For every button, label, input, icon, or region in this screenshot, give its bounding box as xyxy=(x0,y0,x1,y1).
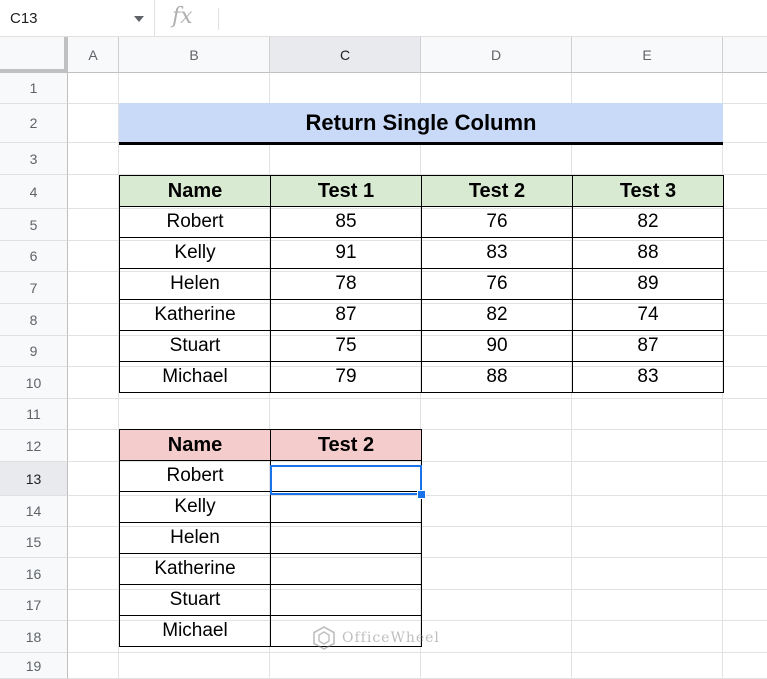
header-cell[interactable]: Test 2 xyxy=(270,429,422,461)
cell[interactable]: 88 xyxy=(421,361,573,393)
row-header-7[interactable]: 7 xyxy=(0,272,68,304)
cell[interactable]: 87 xyxy=(572,330,724,362)
row-header-17[interactable]: 17 xyxy=(0,590,68,621)
cell[interactable]: 82 xyxy=(421,299,573,331)
cell[interactable]: 74 xyxy=(572,299,724,331)
cell[interactable]: 87 xyxy=(270,299,422,331)
active-cell-selection[interactable] xyxy=(270,465,422,495)
table-row: Robert 85 76 82 xyxy=(119,206,724,238)
header-cell[interactable]: Test 2 xyxy=(421,175,573,207)
cell[interactable]: 90 xyxy=(421,330,573,362)
cell[interactable] xyxy=(270,522,422,554)
cell[interactable]: Robert xyxy=(119,206,271,238)
cell[interactable]: Michael xyxy=(119,615,271,647)
cell[interactable]: 83 xyxy=(572,361,724,393)
scores-table: Name Test 1 Test 2 Test 3 Robert 85 76 8… xyxy=(119,175,724,393)
column-header-a[interactable]: A xyxy=(68,37,119,73)
fx-icon: fx xyxy=(172,4,193,29)
cell[interactable]: 83 xyxy=(421,237,573,269)
row-header-2[interactable]: 2 xyxy=(0,104,68,143)
cell[interactable]: 79 xyxy=(270,361,422,393)
table-row: Stuart 75 90 87 xyxy=(119,330,724,362)
cell[interactable]: 89 xyxy=(572,268,724,300)
grid-line xyxy=(68,398,767,399)
table-row: Katherine xyxy=(119,553,422,585)
cell[interactable]: Kelly xyxy=(119,491,271,523)
header-cell[interactable]: Test 3 xyxy=(572,175,724,207)
header-cell[interactable]: Name xyxy=(119,429,271,461)
cell[interactable]: Kelly xyxy=(119,237,271,269)
row-header-10[interactable]: 10 xyxy=(0,367,68,399)
row-header-16[interactable]: 16 xyxy=(0,558,68,590)
table-header-row: Name Test 1 Test 2 Test 3 xyxy=(119,175,724,207)
cell[interactable]: 76 xyxy=(421,206,573,238)
row-header-12[interactable]: 12 xyxy=(0,430,68,462)
chevron-down-icon[interactable] xyxy=(134,15,144,22)
row-header-4[interactable]: 4 xyxy=(0,175,68,209)
cell[interactable] xyxy=(270,584,422,616)
table-row: Michael 79 88 83 xyxy=(119,361,724,393)
cell[interactable]: Katherine xyxy=(119,299,271,331)
cell[interactable]: 78 xyxy=(270,268,422,300)
table-header-row: Name Test 2 xyxy=(119,429,422,461)
table-row: Helen 78 76 89 xyxy=(119,268,724,300)
cell[interactable] xyxy=(270,553,422,585)
cell[interactable] xyxy=(270,491,422,523)
formula-bar: C13 fx xyxy=(0,0,767,37)
row-header-11[interactable]: 11 xyxy=(0,399,68,430)
row-header-3[interactable]: 3 xyxy=(0,143,68,175)
row-header-19[interactable]: 19 xyxy=(0,653,68,679)
cell[interactable]: Helen xyxy=(119,522,271,554)
row-header-5[interactable]: 5 xyxy=(0,209,68,241)
column-header-f[interactable] xyxy=(723,37,767,73)
header-cell[interactable]: Name xyxy=(119,175,271,207)
column-header-b[interactable]: B xyxy=(119,37,270,73)
row-header-9[interactable]: 9 xyxy=(0,336,68,367)
name-box[interactable]: C13 xyxy=(0,0,155,37)
formula-divider xyxy=(218,8,219,30)
cell[interactable]: 76 xyxy=(421,268,573,300)
table-row: Helen xyxy=(119,522,422,554)
table-row: Katherine 87 82 74 xyxy=(119,299,724,331)
row-header-1[interactable]: 1 xyxy=(0,73,68,104)
cell[interactable]: Stuart xyxy=(119,330,271,362)
fill-handle[interactable] xyxy=(417,490,426,499)
watermark-text: OfficeWheel xyxy=(342,630,440,646)
column-header-e[interactable]: E xyxy=(572,37,723,73)
cell[interactable]: Michael xyxy=(119,361,271,393)
cell[interactable]: 88 xyxy=(572,237,724,269)
cell[interactable]: Helen xyxy=(119,268,271,300)
table-row: Stuart xyxy=(119,584,422,616)
table-row: Kelly 91 83 88 xyxy=(119,237,724,269)
table-row: Kelly xyxy=(119,491,422,523)
cell[interactable]: 82 xyxy=(572,206,724,238)
grid-line xyxy=(68,652,767,653)
cell[interactable]: 75 xyxy=(270,330,422,362)
header-cell[interactable]: Test 1 xyxy=(270,175,422,207)
cell[interactable]: Katherine xyxy=(119,553,271,585)
cell[interactable]: Stuart xyxy=(119,584,271,616)
cell[interactable]: 91 xyxy=(270,237,422,269)
output-table: Name Test 2 Robert Kelly Helen Katherine… xyxy=(119,429,422,647)
cell[interactable]: 85 xyxy=(270,206,422,238)
officewheel-logo-icon xyxy=(313,626,335,650)
watermark: OfficeWheel xyxy=(312,626,440,650)
page-title: Return Single Column xyxy=(119,103,723,145)
row-header-13[interactable]: 13 xyxy=(0,462,68,496)
cell[interactable]: Robert xyxy=(119,460,271,492)
row-header-14[interactable]: 14 xyxy=(0,496,68,527)
cell-reference: C13 xyxy=(10,10,38,27)
row-header-8[interactable]: 8 xyxy=(0,304,68,336)
row-header-18[interactable]: 18 xyxy=(0,621,68,653)
row-header-15[interactable]: 15 xyxy=(0,527,68,558)
column-header-d[interactable]: D xyxy=(421,37,572,73)
select-all-corner[interactable] xyxy=(0,37,68,73)
column-header-c[interactable]: C xyxy=(270,37,421,73)
row-header-6[interactable]: 6 xyxy=(0,241,68,272)
